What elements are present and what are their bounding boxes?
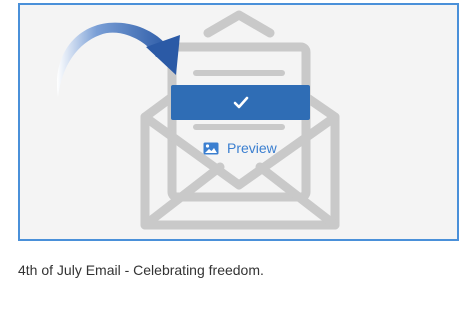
- template-card[interactable]: Preview 4th of July Email - Celebrating …: [0, 0, 461, 334]
- preview-link[interactable]: Preview: [203, 140, 277, 156]
- checkmark-icon: [233, 96, 248, 108]
- envelope-illustration: [56, 10, 340, 230]
- image-icon: [203, 142, 219, 154]
- curved-arrow-icon: [56, 22, 180, 97]
- template-caption: 4th of July Email - Celebrating freedom.: [18, 262, 264, 278]
- preview-label[interactable]: Preview: [227, 140, 277, 156]
- select-template-button[interactable]: [171, 85, 310, 120]
- template-thumbnail[interactable]: Preview: [18, 3, 459, 241]
